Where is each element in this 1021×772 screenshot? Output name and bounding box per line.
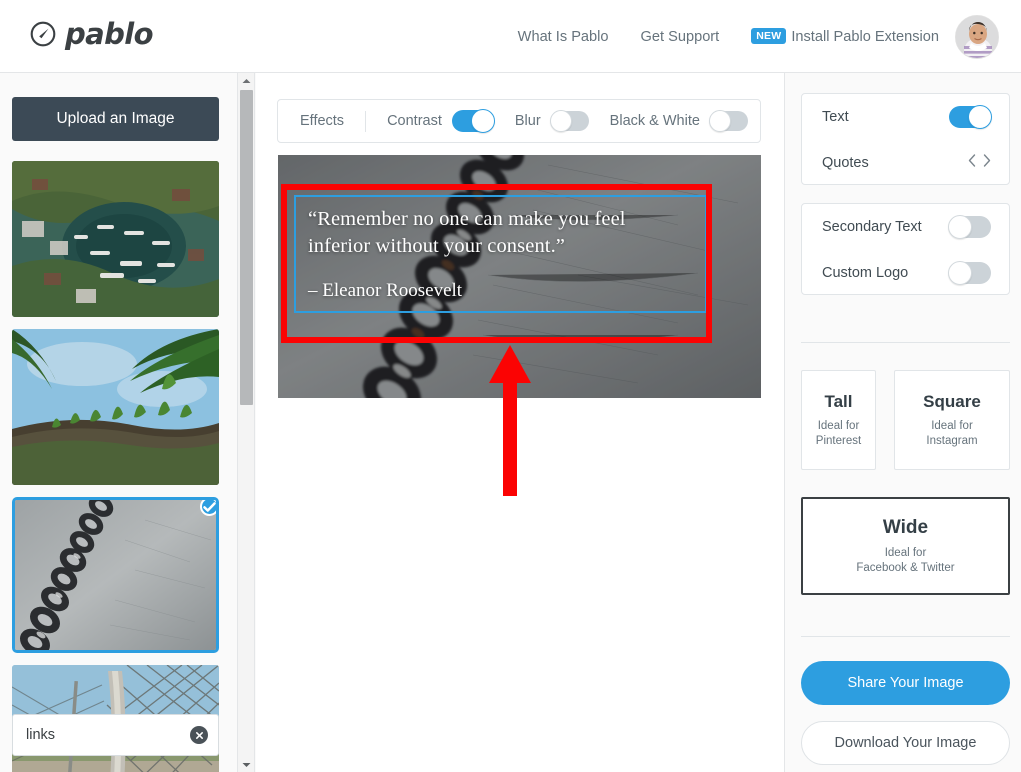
brand-logo[interactable]: pablo xyxy=(30,17,153,51)
size-option-wide-title: Wide xyxy=(883,517,928,539)
text-toggle-row: Text xyxy=(802,94,1009,140)
brand-logo-text: pablo xyxy=(65,17,153,51)
main-nav: What Is Pablo Get Support NEWInstall Pab… xyxy=(518,0,939,73)
size-option-wide-sub2: Facebook & Twitter xyxy=(856,561,954,576)
chevron-up-icon[interactable] xyxy=(238,73,255,88)
custom-logo-label: Custom Logo xyxy=(822,265,908,281)
thumbnail-item-harbor[interactable] xyxy=(12,161,219,317)
effects-toolbar: Effects Contrast Blur Black & White xyxy=(277,99,761,143)
thumbnail-item-sky-wall[interactable] xyxy=(12,329,219,485)
quotes-label: Quotes xyxy=(822,155,869,171)
new-badge: NEW xyxy=(751,28,786,44)
thumbnail-item-chain[interactable] xyxy=(12,497,219,653)
extra-options-card: Secondary Text Custom Logo xyxy=(801,203,1010,295)
editor-canvas-area: Effects Contrast Blur Black & White xyxy=(256,73,784,772)
size-option-tall[interactable]: Tall Ideal for Pinterest xyxy=(801,370,876,470)
search-input[interactable] xyxy=(12,714,219,756)
app-header: pablo What Is Pablo Get Support NEWInsta… xyxy=(0,0,1021,73)
panel-divider-bottom xyxy=(801,636,1010,637)
size-option-tall-title: Tall xyxy=(824,392,852,412)
effect-blur-toggle[interactable] xyxy=(551,111,589,131)
effects-title: Effects xyxy=(278,113,365,129)
effect-contrast-label: Contrast xyxy=(387,113,442,129)
panel-divider-top xyxy=(801,342,1010,343)
size-option-square[interactable]: Square Ideal for Instagram xyxy=(894,370,1010,470)
effect-black-and-white-toggle[interactable] xyxy=(710,111,748,131)
effect-contrast[interactable]: Contrast xyxy=(366,110,494,132)
effect-blur[interactable]: Blur xyxy=(494,111,589,131)
image-search xyxy=(12,714,219,756)
effect-black-and-white-label: Black & White xyxy=(610,113,700,129)
avatar[interactable] xyxy=(955,15,999,59)
size-option-square-sub2: Instagram xyxy=(926,434,977,449)
share-image-button[interactable]: Share Your Image xyxy=(801,661,1010,705)
thumbnail-list xyxy=(12,161,219,715)
sidebar-scrollbar[interactable] xyxy=(238,73,255,772)
scrollbar-thumb[interactable] xyxy=(240,90,253,405)
quote-text: “Remember no one can make you feel infer… xyxy=(308,206,693,259)
pablo-app: pablo What Is Pablo Get Support NEWInsta… xyxy=(0,0,1021,772)
size-option-tall-sub2: Pinterest xyxy=(816,434,861,449)
effect-blur-label: Blur xyxy=(515,113,541,129)
text-settings-card: Text Quotes xyxy=(801,93,1010,185)
image-sidebar: Upload an Image xyxy=(0,73,238,772)
nav-install-extension[interactable]: NEWInstall Pablo Extension xyxy=(751,28,939,45)
nav-what-is-pablo[interactable]: What Is Pablo xyxy=(518,29,609,45)
size-option-tall-sub1: Ideal for xyxy=(818,419,860,434)
download-image-button[interactable]: Download Your Image xyxy=(801,721,1010,765)
pablo-circle-slash-icon xyxy=(30,21,56,47)
size-option-wide-sub1: Ideal for xyxy=(885,546,927,561)
secondary-text-row: Secondary Text xyxy=(802,204,1009,250)
custom-logo-row: Custom Logo xyxy=(802,250,1009,296)
chevron-left-icon[interactable] xyxy=(968,154,976,172)
selected-check-icon xyxy=(200,497,219,516)
custom-logo-toggle[interactable] xyxy=(949,262,991,284)
size-option-wide[interactable]: Wide Ideal for Facebook & Twitter xyxy=(801,497,1010,595)
image-preview[interactable]: “Remember no one can make you feel infer… xyxy=(278,155,761,398)
text-label: Text xyxy=(822,109,849,125)
effect-black-and-white[interactable]: Black & White xyxy=(589,111,748,131)
chevron-down-icon[interactable] xyxy=(238,757,255,772)
quotes-row: Quotes xyxy=(802,140,1009,186)
close-circle-icon[interactable] xyxy=(190,726,208,744)
text-toggle[interactable] xyxy=(949,106,991,128)
nav-get-support[interactable]: Get Support xyxy=(641,29,720,45)
effect-contrast-toggle[interactable] xyxy=(452,110,494,132)
size-option-square-title: Square xyxy=(923,392,981,412)
quote-textbox[interactable]: “Remember no one can make you feel infer… xyxy=(294,195,707,313)
secondary-text-toggle[interactable] xyxy=(949,216,991,238)
chevron-right-icon[interactable] xyxy=(983,154,991,172)
quote-navigation[interactable] xyxy=(968,154,991,172)
upload-image-button[interactable]: Upload an Image xyxy=(12,97,219,141)
size-option-square-sub1: Ideal for xyxy=(931,419,973,434)
quote-author: – Eleanor Roosevelt xyxy=(308,280,693,302)
secondary-text-label: Secondary Text xyxy=(822,219,922,235)
settings-panel: Text Quotes Secondary Text xyxy=(784,73,1021,772)
